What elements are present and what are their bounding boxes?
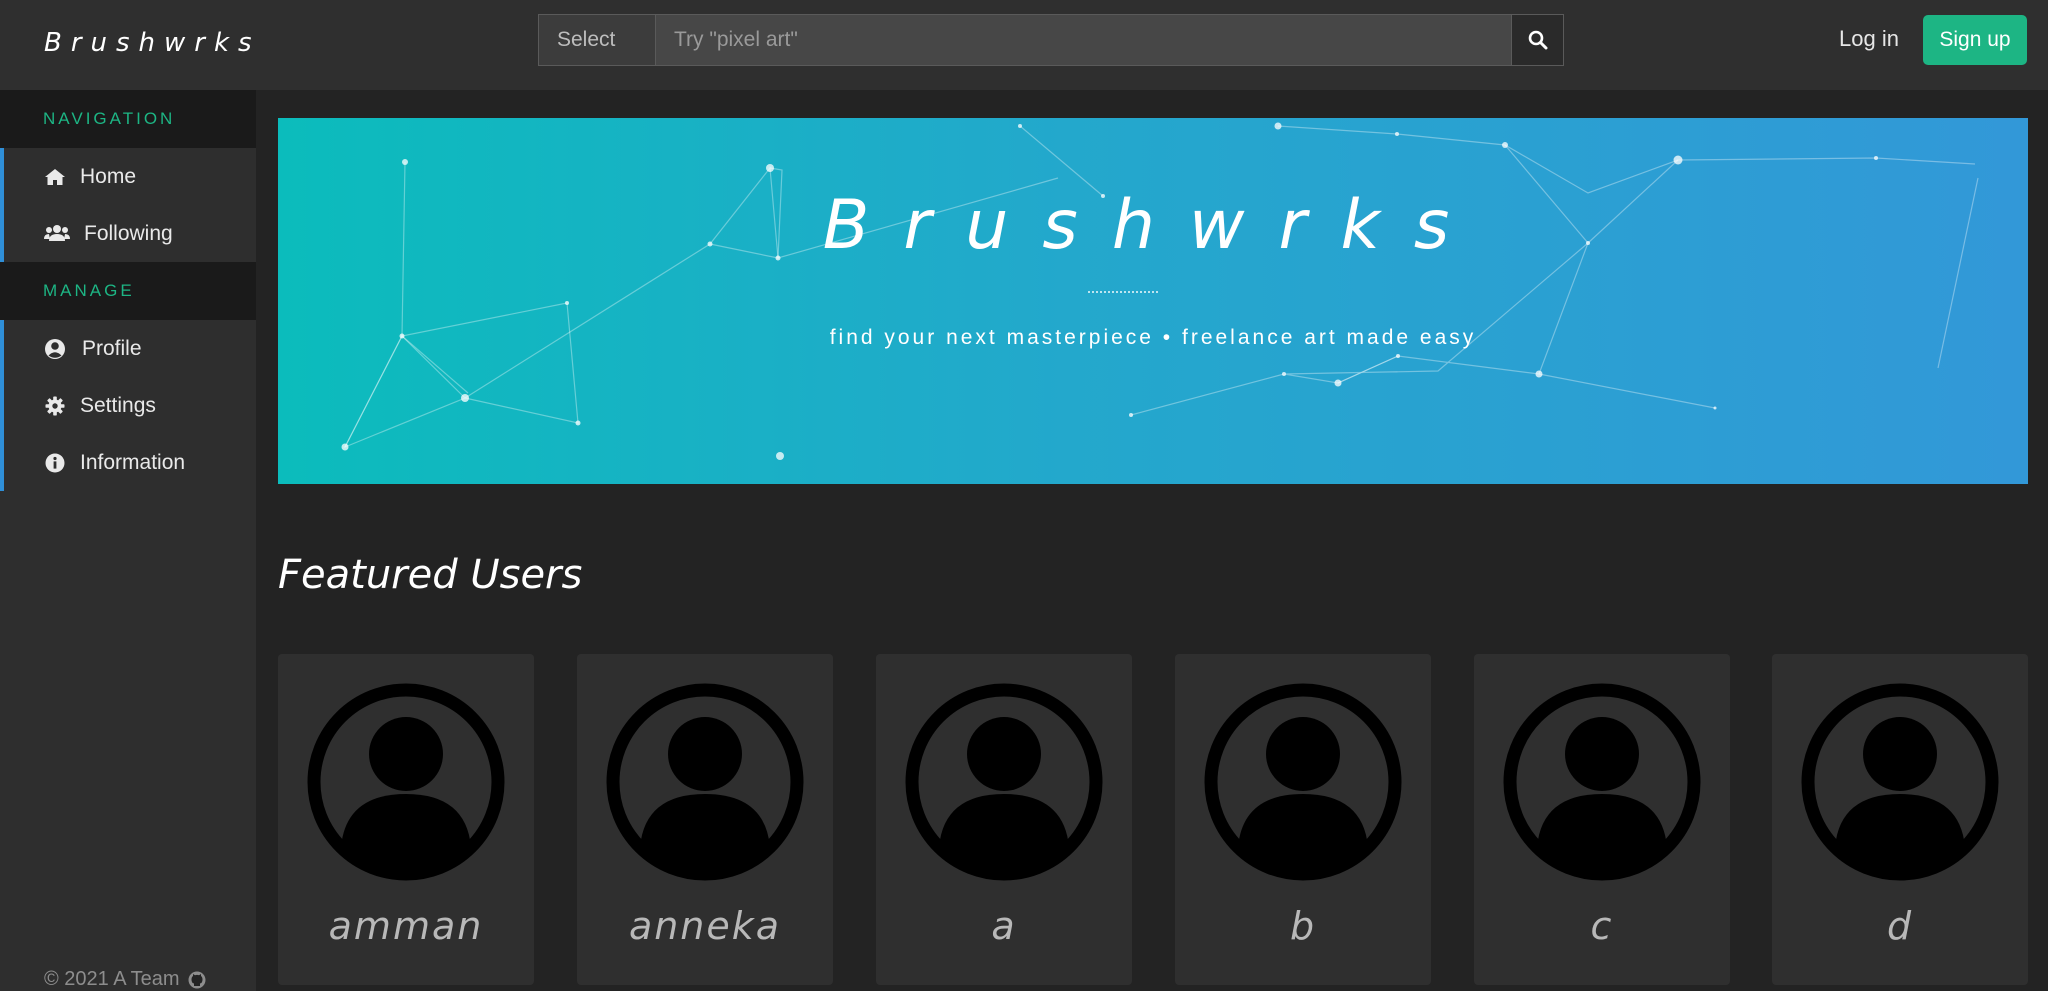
user-card[interactable]: b: [1175, 654, 1431, 985]
banner-divider: [1088, 291, 1158, 293]
user-card[interactable]: c: [1474, 654, 1730, 985]
sidebar-item-home[interactable]: Home: [0, 148, 256, 205]
search-input[interactable]: [656, 15, 1511, 65]
gear-icon: [42, 396, 68, 416]
user-card[interactable]: anneka: [577, 654, 833, 985]
home-icon: [42, 168, 68, 186]
user-card[interactable]: d: [1772, 654, 2028, 985]
app-logo[interactable]: Brushwrks: [44, 28, 261, 58]
search-button[interactable]: [1511, 15, 1563, 65]
search-icon: [1528, 30, 1547, 50]
user-card[interactable]: amman: [278, 654, 534, 985]
sidebar-item-label: Settings: [80, 393, 156, 417]
sidebar-item-label: Information: [80, 450, 186, 474]
github-icon[interactable]: [188, 971, 206, 989]
avatar-icon: [606, 683, 804, 881]
users-icon: [44, 224, 70, 244]
search-bar: Select: [538, 14, 1564, 66]
avatar-icon: [1204, 683, 1402, 881]
user-name: amman: [328, 904, 484, 948]
sidebar-item-label: Following: [84, 221, 173, 245]
user-circle-icon: [42, 338, 68, 360]
sidebar-item-profile[interactable]: Profile: [0, 320, 256, 377]
copyright-text: © 2021 A Team: [44, 968, 180, 990]
user-name: a: [991, 904, 1017, 948]
user-name: anneka: [628, 904, 782, 948]
info-icon: [42, 453, 68, 473]
user-name: d: [1886, 904, 1914, 948]
top-bar: Brushwrks Select Log in Sign up: [0, 0, 2048, 90]
avatar-icon: [905, 683, 1103, 881]
signup-button[interactable]: Sign up: [1923, 15, 2027, 65]
login-link[interactable]: Log in: [1839, 26, 1899, 52]
category-select[interactable]: Select: [539, 15, 656, 65]
footer: © 2021 A Team: [44, 968, 206, 991]
sidebar-section-manage: MANAGE: [0, 262, 256, 320]
hero-banner: Brushwrks find your next masterpiece • f…: [278, 118, 2028, 484]
avatar-icon: [1801, 683, 1999, 881]
user-name: c: [1590, 904, 1614, 948]
sidebar-item-following[interactable]: Following: [0, 205, 256, 262]
network-decoration: [341, 122, 1979, 460]
sidebar-item-settings[interactable]: Settings: [0, 377, 256, 434]
sidebar: NAVIGATION Home Following MANAGE Profile: [0, 90, 256, 991]
banner-subtitle: find your next masterpiece • freelance a…: [829, 326, 1477, 349]
sidebar-item-label: Home: [80, 164, 137, 188]
user-card[interactable]: a: [876, 654, 1132, 985]
sidebar-item-information[interactable]: Information: [0, 434, 256, 491]
sidebar-item-label: Profile: [82, 336, 142, 360]
avatar-icon: [1503, 683, 1701, 881]
sidebar-section-navigation: NAVIGATION: [0, 90, 256, 148]
banner-title: Brushwrks: [822, 186, 1484, 265]
avatar-icon: [307, 683, 505, 881]
user-name: b: [1289, 904, 1317, 948]
featured-users-title: Featured Users: [278, 552, 583, 598]
